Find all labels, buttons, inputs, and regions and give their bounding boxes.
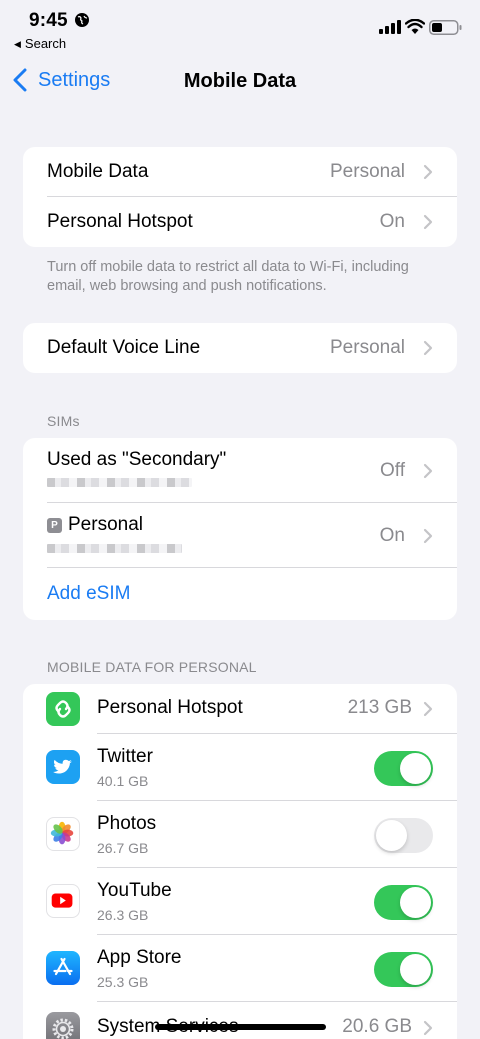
app-row-youtube: YouTube 26.3 GB — [23, 868, 457, 935]
hotspot-icon — [46, 692, 80, 726]
status-time: 9:45 — [29, 10, 68, 31]
app-usage-value: 40.1 GB — [97, 773, 149, 789]
sim-secondary-row[interactable]: Used as "Secondary" Off — [23, 438, 457, 503]
chevron-right-icon — [423, 340, 433, 356]
back-to-app-link[interactable]: ◀ Search — [14, 36, 66, 51]
app-row-app-store: App Store 25.3 GB — [23, 935, 457, 1002]
youtube-icon — [46, 884, 80, 918]
toggle-knob — [400, 954, 431, 985]
chevron-right-icon — [423, 214, 433, 230]
app-row-system-services[interactable]: System Services 20.6 GB — [23, 1002, 457, 1039]
twitter-toggle[interactable] — [374, 751, 433, 786]
toggle-knob — [400, 753, 431, 784]
mobile-data-group: Mobile Data Personal Personal Hotspot On — [23, 147, 457, 247]
app-row-personal-hotspot[interactable]: Personal Hotspot 213 GB — [23, 684, 457, 734]
personal-hotspot-value: On — [379, 211, 405, 232]
mobile-data-footnote: Turn off mobile data to restrict all dat… — [47, 259, 409, 294]
chevron-right-icon — [423, 701, 433, 717]
back-triangle-icon: ◀ — [14, 39, 21, 49]
redacted-number — [47, 544, 182, 553]
page-title: Mobile Data — [183, 70, 297, 92]
globe-icon — [75, 13, 89, 27]
mobile-data-value: Personal — [330, 161, 405, 182]
photos-toggle[interactable] — [374, 818, 433, 853]
app-usage-value: 20.6 GB — [342, 1016, 412, 1037]
app-name: Twitter — [97, 746, 153, 767]
screen: 9:45 ◀ Search Settings Mobile Data Mobil… — [0, 0, 480, 1039]
sim-secondary-label: Used as "Secondary" — [47, 449, 227, 470]
app-store-toggle[interactable] — [374, 952, 433, 987]
youtube-toggle[interactable] — [374, 885, 433, 920]
twitter-icon — [46, 750, 80, 784]
back-app-label: Search — [24, 36, 67, 51]
sims-group: Used as "Secondary" Off P Personal On Add… — [23, 438, 457, 620]
app-name: App Store — [97, 947, 182, 968]
chevron-right-icon — [423, 164, 433, 180]
usage-group: Personal Hotspot 213 GB Twitter 40.1 GB — [23, 684, 457, 1039]
usage-section-header: MOBILE DATA FOR PERSONAL — [47, 659, 257, 675]
app-row-twitter: Twitter 40.1 GB — [23, 734, 457, 801]
app-row-photos: Photos 26.7 GB — [23, 801, 457, 868]
app-name: Personal Hotspot — [97, 697, 243, 718]
app-usage-value: 25.3 GB — [97, 974, 149, 990]
chevron-right-icon — [423, 528, 433, 543]
default-voice-line-label: Default Voice Line — [47, 337, 201, 358]
sim-badge-icon: P — [47, 518, 62, 533]
add-esim-link[interactable]: Add eSIM — [47, 583, 130, 605]
sim-secondary-value: Off — [380, 459, 405, 481]
sim-personal-row[interactable]: P Personal On — [23, 503, 457, 568]
navigation-bar: Settings Mobile Data — [0, 60, 480, 104]
mobile-data-label: Mobile Data — [47, 161, 149, 182]
sim-personal-value: On — [379, 524, 405, 546]
home-indicator[interactable] — [155, 1024, 326, 1030]
app-name: Photos — [97, 813, 157, 834]
redacted-number — [47, 478, 192, 487]
add-esim-row[interactable]: Add eSIM — [23, 568, 457, 620]
chevron-right-icon — [423, 463, 433, 478]
personal-hotspot-row[interactable]: Personal Hotspot On — [23, 197, 457, 247]
app-usage-value: 26.3 GB — [97, 907, 149, 923]
chevron-right-icon — [423, 1020, 433, 1036]
app-name: YouTube — [97, 880, 172, 901]
battery-icon — [429, 20, 462, 35]
gear-icon — [46, 1012, 80, 1039]
sim-personal-name: Personal — [68, 514, 143, 535]
cellular-signal-icon — [379, 20, 401, 34]
photos-icon — [46, 817, 80, 851]
status-bar: 9:45 ◀ Search — [0, 0, 480, 56]
voice-line-group: Default Voice Line Personal — [23, 323, 457, 373]
app-usage-value: 213 GB — [347, 697, 412, 718]
app-store-icon — [46, 951, 80, 985]
wifi-icon — [405, 19, 425, 34]
default-voice-line-value: Personal — [330, 337, 405, 358]
default-voice-line-row[interactable]: Default Voice Line Personal — [23, 323, 457, 373]
sim-personal-label: P Personal — [47, 514, 143, 536]
toggle-knob — [376, 820, 407, 851]
app-usage-value: 26.7 GB — [97, 840, 149, 856]
personal-hotspot-label: Personal Hotspot — [47, 211, 193, 232]
toggle-knob — [400, 887, 431, 918]
mobile-data-row[interactable]: Mobile Data Personal — [23, 147, 457, 197]
sims-section-header: SIMs — [47, 413, 80, 429]
